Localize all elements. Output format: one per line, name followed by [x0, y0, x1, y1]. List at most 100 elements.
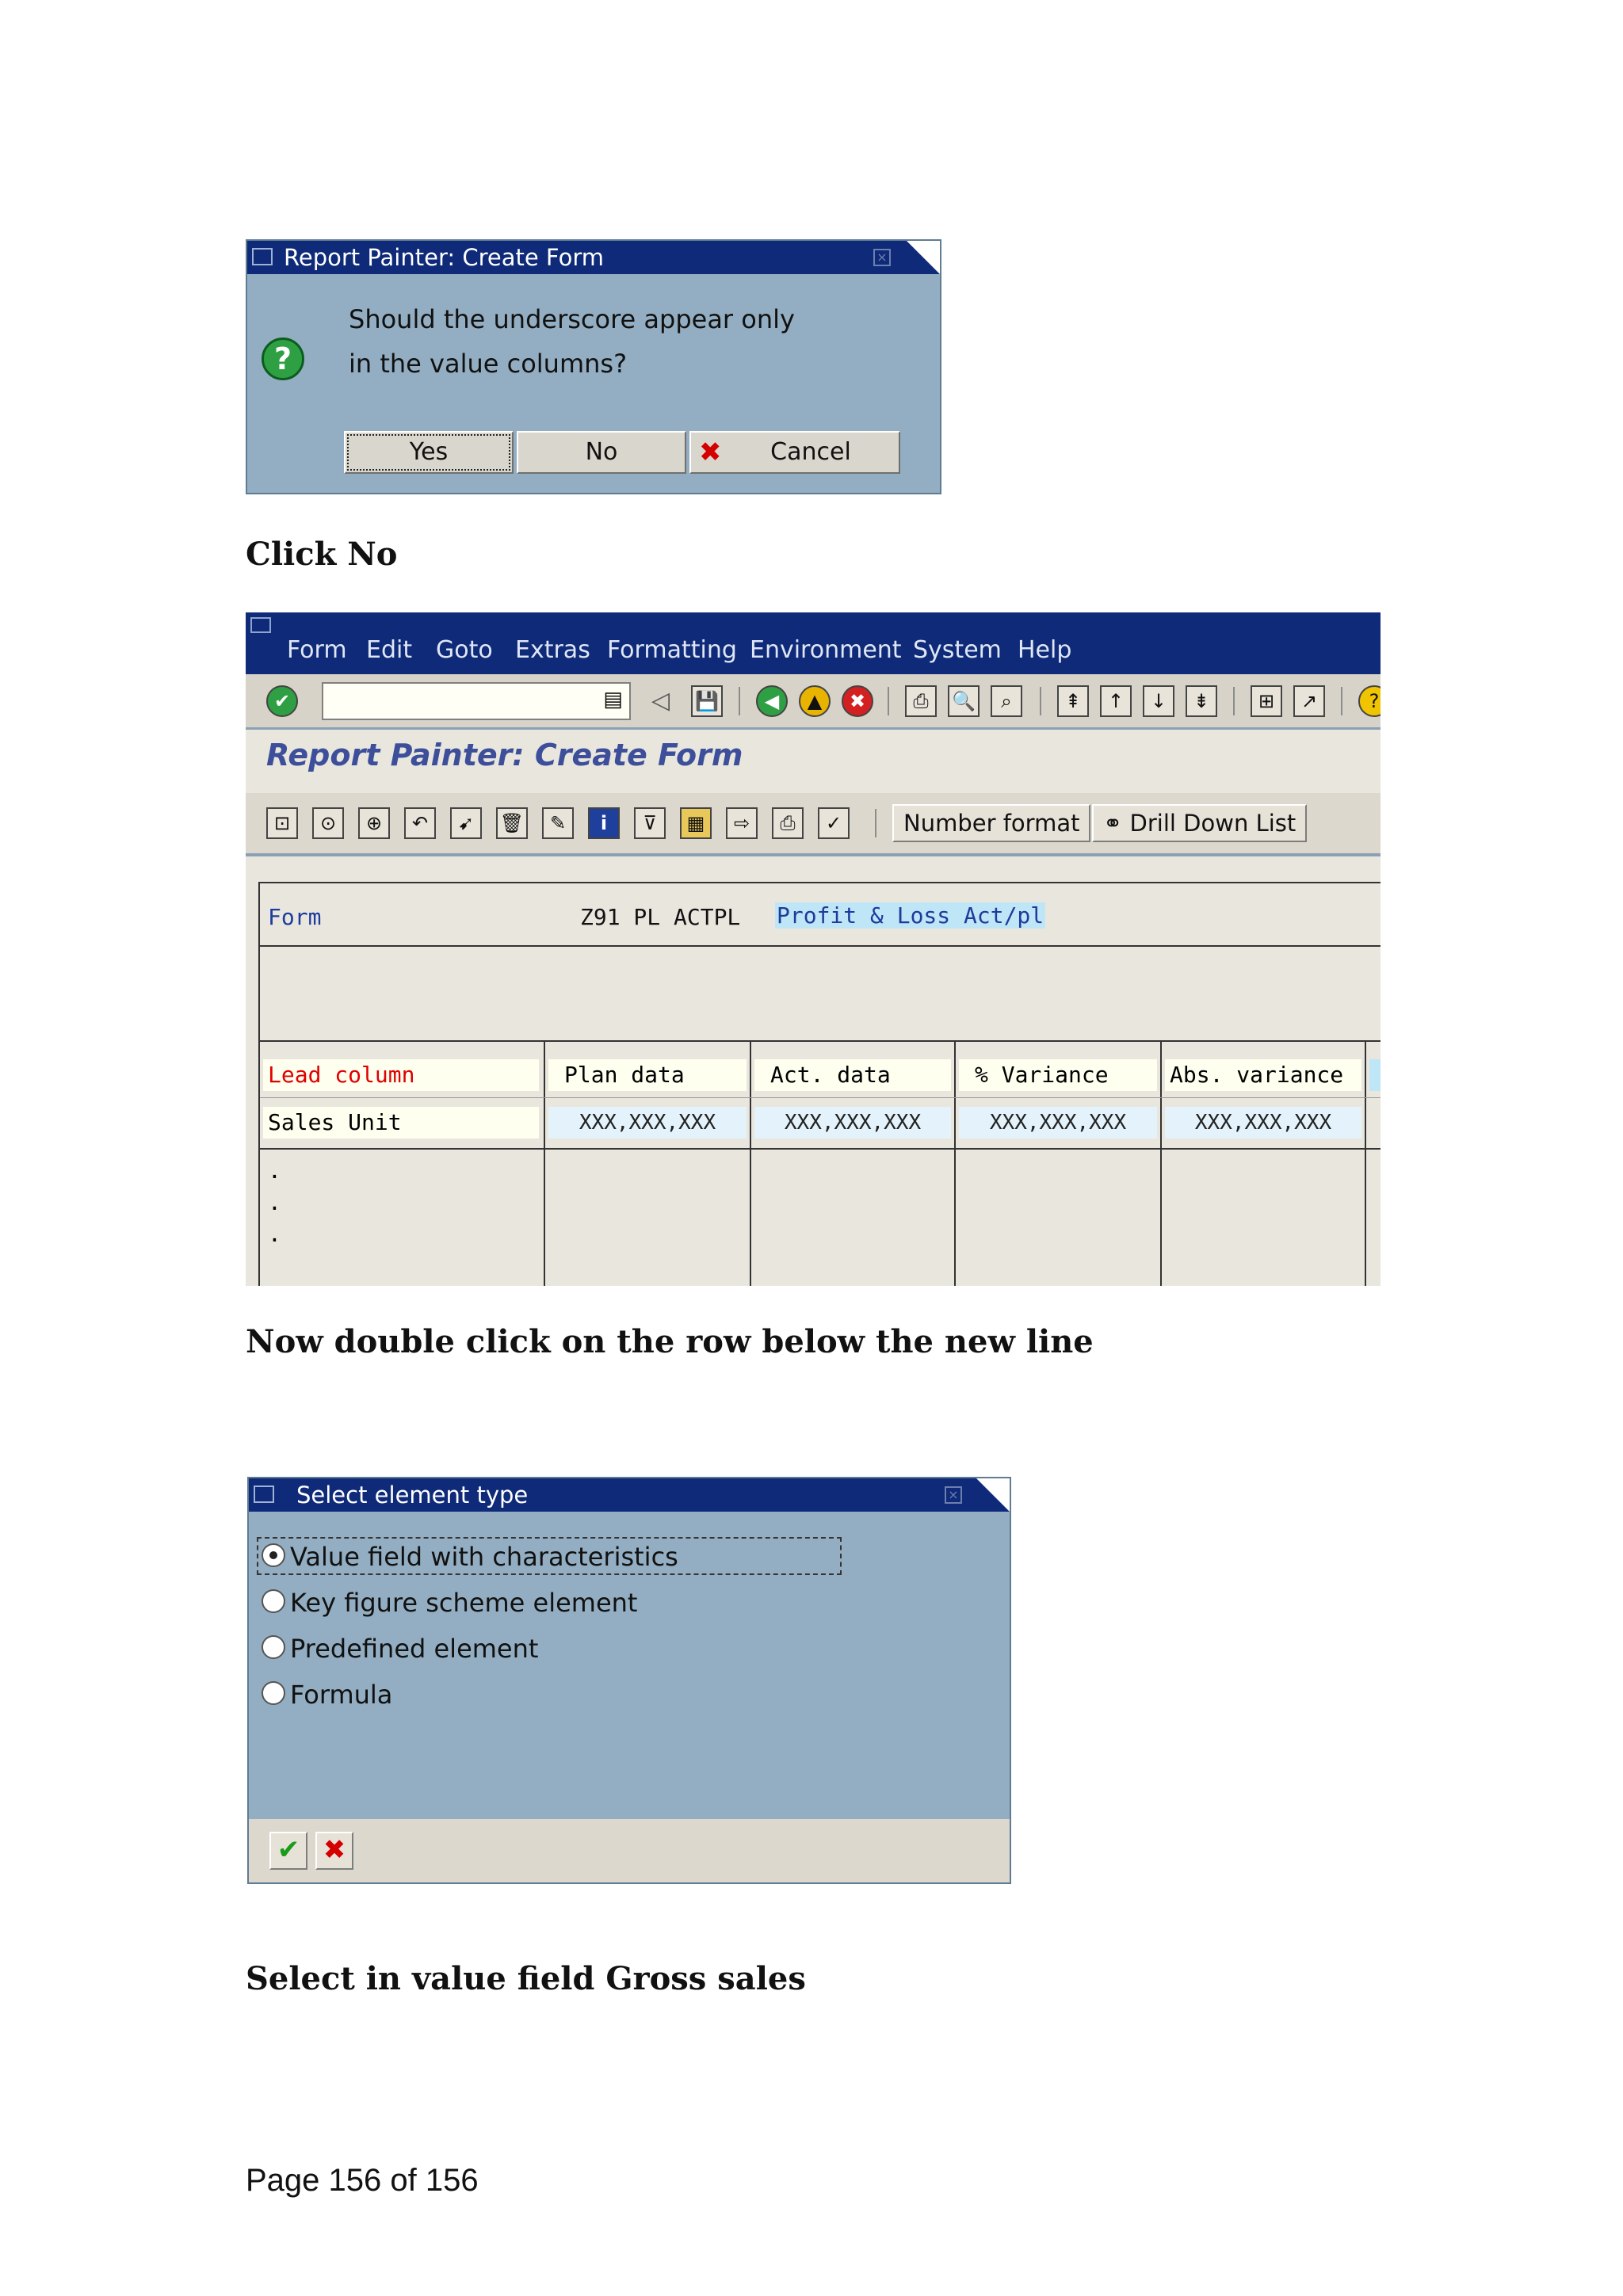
- column-structure-icon[interactable]: ⊡: [266, 807, 298, 839]
- question-line-1: Should the underscore appear only: [349, 304, 795, 334]
- no-button[interactable]: No: [517, 431, 686, 474]
- next-page-icon[interactable]: ↓: [1143, 685, 1174, 717]
- option-key-figure[interactable]: Key figure scheme element: [290, 1588, 637, 1618]
- menu-formatting[interactable]: Formatting: [607, 636, 737, 664]
- drill-down-label: Drill Down List: [1129, 810, 1296, 837]
- titlebar-corner: [907, 241, 940, 274]
- menu-help[interactable]: Help: [1018, 636, 1071, 664]
- window-icon: [254, 1486, 274, 1503]
- info-icon[interactable]: i: [588, 807, 620, 839]
- menu-goto[interactable]: Goto: [436, 636, 493, 664]
- find-next-icon[interactable]: ⌕: [991, 685, 1022, 717]
- close-icon[interactable]: ×: [873, 249, 891, 266]
- collapse-icon[interactable]: ◁: [651, 687, 670, 715]
- confirm-button[interactable]: ✔: [269, 1832, 307, 1870]
- save-icon[interactable]: 💾: [691, 685, 723, 717]
- number-format-button[interactable]: Number format: [892, 804, 1091, 842]
- no-label: No: [585, 438, 618, 466]
- column-divider: [750, 1040, 751, 1286]
- menu-system[interactable]: System: [913, 636, 1002, 664]
- radio-predefined[interactable]: [262, 1635, 285, 1659]
- column-header-overflow: [1369, 1059, 1381, 1091]
- column-divider: [1365, 1040, 1366, 1286]
- row-label-sales-unit[interactable]: Sales Unit: [263, 1107, 539, 1138]
- column-header-plan-data[interactable]: Plan data: [548, 1059, 747, 1091]
- undo-icon[interactable]: ↶: [404, 807, 436, 839]
- new-session-icon[interactable]: ⊞: [1251, 685, 1282, 717]
- value-cell[interactable]: XXX,XXX,XXX: [754, 1107, 951, 1138]
- column-label: % Variance: [975, 1062, 1109, 1088]
- history-icon[interactable]: ▤: [603, 687, 623, 711]
- preview-icon[interactable]: ⊙: [312, 807, 344, 839]
- exit-icon[interactable]: ▲: [799, 685, 831, 717]
- layout-icon[interactable]: ▦: [680, 807, 712, 839]
- column-divider: [954, 1040, 956, 1286]
- column-label: Abs. variance: [1170, 1062, 1344, 1088]
- dialog-title: Report Painter: Create Form: [284, 244, 604, 271]
- column-header-variance[interactable]: % Variance: [959, 1059, 1157, 1091]
- enter-icon[interactable]: ✔: [266, 685, 298, 717]
- previous-page-icon[interactable]: ↑: [1100, 685, 1132, 717]
- select-element-type-dialog: Select element type × Value field with c…: [247, 1477, 1011, 1884]
- instruction-select-gross-sales: Select in value field Gross sales: [246, 1960, 806, 1997]
- last-page-icon[interactable]: ⇟: [1186, 685, 1217, 717]
- drill-down-icon: ⚭: [1103, 810, 1130, 837]
- column-divider: [1160, 1040, 1162, 1286]
- back-icon[interactable]: ◀: [756, 685, 788, 717]
- dot: .: [268, 1189, 281, 1215]
- lead-column-header[interactable]: Lead column: [263, 1059, 539, 1091]
- divider: [260, 1040, 1381, 1042]
- option-formula[interactable]: Formula: [290, 1680, 392, 1710]
- delete-icon[interactable]: 🗑: [496, 807, 528, 839]
- radio-value-field[interactable]: [262, 1543, 285, 1567]
- separator: [875, 809, 876, 837]
- help-icon[interactable]: ?: [1358, 685, 1381, 717]
- shortcut-icon[interactable]: ↗: [1293, 685, 1325, 717]
- insert-element-icon[interactable]: ⊕: [358, 807, 390, 839]
- command-field[interactable]: ▤: [322, 682, 631, 720]
- first-page-icon[interactable]: ⇞: [1057, 685, 1089, 717]
- select-icon[interactable]: ➹: [450, 807, 482, 839]
- empty-row[interactable]: . . .: [263, 1153, 540, 1286]
- column-header-abs-variance[interactable]: Abs. variance: [1165, 1059, 1361, 1091]
- expand-icon[interactable]: ⇨: [726, 807, 758, 839]
- yes-button[interactable]: Yes: [344, 431, 514, 474]
- print-icon[interactable]: ⎙: [905, 685, 937, 717]
- system-menu-icon[interactable]: [250, 617, 271, 633]
- underscore-dialog: Report Painter: Create Form × ? Should t…: [246, 239, 941, 494]
- edit-icon[interactable]: ✎: [542, 807, 574, 839]
- cancel-icon[interactable]: ✖: [842, 685, 873, 717]
- number-format-label: Number format: [903, 810, 1080, 837]
- separator: [739, 687, 740, 715]
- check-icon[interactable]: ✓: [818, 807, 850, 839]
- application-toolbar: ⊡ ⊙ ⊕ ↶ ➹ 🗑 ✎ i ⊽ ▦ ⇨ ⎙ ✓ Number format …: [246, 793, 1381, 856]
- option-predefined[interactable]: Predefined element: [290, 1634, 538, 1664]
- cancel-button[interactable]: ✖: [315, 1832, 353, 1870]
- dot: .: [268, 1221, 281, 1247]
- option-value-field[interactable]: Value field with characteristics: [290, 1542, 678, 1572]
- drill-down-list-button[interactable]: ⚭ Drill Down List: [1092, 804, 1308, 842]
- radio-key-figure[interactable]: [262, 1589, 285, 1613]
- print-preview-icon[interactable]: ⎙: [772, 807, 804, 839]
- standard-toolbar: ✔ ▤ ◁ 💾 ◀ ▲ ✖ ⎙ 🔍 ⌕ ⇞ ↑ ↓ ⇟ ⊞ ↗ ?: [246, 674, 1381, 730]
- form-description: Profit & Loss Act/pl: [775, 902, 1046, 929]
- divider: [260, 1097, 1381, 1098]
- radio-formula[interactable]: [262, 1681, 285, 1705]
- column-header-act-data[interactable]: Act. data: [754, 1059, 951, 1091]
- value-text: XXX,XXX,XXX: [579, 1111, 716, 1135]
- close-icon[interactable]: ×: [945, 1486, 962, 1504]
- column-label: Act. data: [770, 1062, 891, 1088]
- filter-icon[interactable]: ⊽: [634, 807, 666, 839]
- menu-environment[interactable]: Environment: [750, 636, 902, 664]
- cancel-button[interactable]: ✖ Cancel: [689, 431, 900, 474]
- question-line-2: in the value columns?: [349, 349, 628, 379]
- value-cell[interactable]: XXX,XXX,XXX: [548, 1107, 747, 1138]
- menu-extras[interactable]: Extras: [515, 636, 590, 664]
- find-icon[interactable]: 🔍: [948, 685, 980, 717]
- menu-form[interactable]: Form: [287, 636, 347, 664]
- menu-edit[interactable]: Edit: [366, 636, 412, 664]
- sap-report-painter-screen: Form Edit Goto Extras Formatting Environ…: [246, 612, 1381, 1286]
- value-cell[interactable]: XXX,XXX,XXX: [959, 1107, 1157, 1138]
- value-cell[interactable]: XXX,XXX,XXX: [1165, 1107, 1361, 1138]
- separator: [1233, 687, 1235, 715]
